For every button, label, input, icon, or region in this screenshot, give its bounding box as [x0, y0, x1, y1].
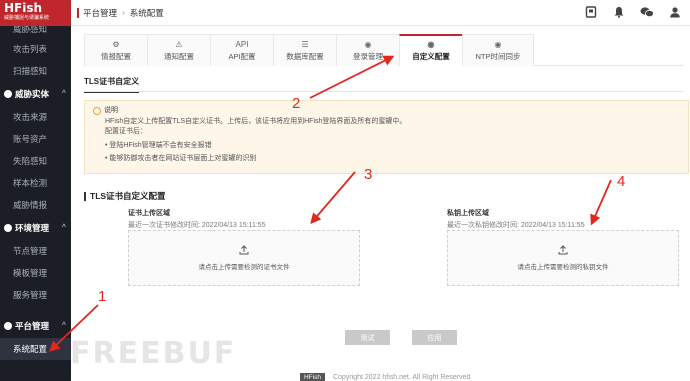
annotation-number-4: 4 — [617, 173, 626, 190]
annotation-number-3: 3 — [364, 166, 373, 183]
annotation-arrow-1 — [49, 304, 99, 352]
annotation-arrows — [49, 55, 612, 352]
annotation-number-2: 2 — [292, 95, 301, 112]
annotation-arrow-3 — [310, 171, 356, 225]
annotation-number-1: 1 — [98, 288, 107, 305]
annotation-arrow-2 — [309, 55, 395, 99]
annotation-arrow-4 — [590, 179, 612, 226]
